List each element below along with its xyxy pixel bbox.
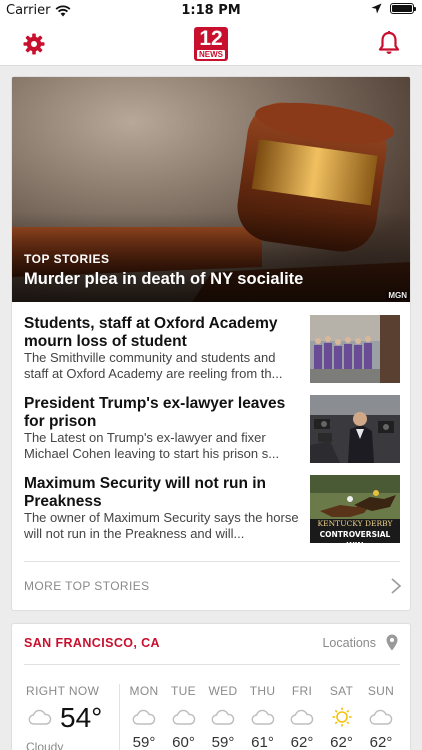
logo-word: NEWS xyxy=(197,50,225,59)
locations-link[interactable]: Locations xyxy=(322,636,376,650)
current-condition: Cloudy xyxy=(26,740,64,750)
cloud-icon xyxy=(361,706,401,728)
story-item[interactable]: President Trump's ex-lawyer leaves for p… xyxy=(12,395,410,467)
more-top-stories-row[interactable]: MORE TOP STORIES xyxy=(12,567,410,607)
cloud-icon xyxy=(124,706,164,728)
weather-card: SAN FRANCISCO, CA Locations RIGHT NOW 54… xyxy=(11,623,411,750)
cloud-icon xyxy=(282,706,322,728)
forecast-day: WED 59° xyxy=(203,684,243,750)
story-thumbnail[interactable] xyxy=(310,315,400,383)
cloud-icon xyxy=(164,706,204,728)
more-top-stories-label[interactable]: MORE TOP STORIES xyxy=(24,579,150,593)
status-bar: Carrier 1:18 PM xyxy=(0,0,422,22)
forecast-day-name: THU xyxy=(249,684,276,698)
nav-bar: 12 NEWS xyxy=(0,22,422,66)
hero-kicker: TOP STORIES xyxy=(24,252,110,266)
hero-title[interactable]: Murder plea in death of NY socialite xyxy=(24,270,303,289)
forecast-day-name: FRI xyxy=(291,684,313,698)
forecast-separator xyxy=(119,684,120,750)
cloud-icon xyxy=(28,709,52,725)
sun-icon xyxy=(322,706,362,728)
forecast-day-name: TUE xyxy=(171,684,196,698)
weather-location: SAN FRANCISCO, CA xyxy=(24,636,160,650)
forecast-day-name: SAT xyxy=(329,684,354,698)
story-summary: The Latest on Trump's ex-lawyer and fixe… xyxy=(24,430,280,461)
story-thumbnail[interactable] xyxy=(310,395,400,463)
forecast-day-temp: 61° xyxy=(251,734,274,750)
press-photo xyxy=(310,395,400,463)
settings-gear-icon[interactable] xyxy=(22,32,46,56)
forecast-day: FRI 62° xyxy=(282,684,322,750)
story-summary: The Smithville community and students an… xyxy=(24,350,283,381)
battery-icon xyxy=(390,3,416,14)
forecast-day-name: WED xyxy=(208,684,238,698)
forecast-day-temp: 60° xyxy=(172,734,195,750)
top-stories-card: TOP STORIES Murder plea in death of NY s… xyxy=(11,76,411,611)
forecast-day-temp: 59° xyxy=(211,734,235,750)
thumb-caption-bottom: CONTROVERSIAL WIN xyxy=(319,530,391,543)
story-thumbnail[interactable]: KENTUCKY DERBY CONTROVERSIAL WIN xyxy=(310,475,400,543)
chevron-right-icon[interactable] xyxy=(390,577,402,595)
station-logo: 12 NEWS xyxy=(194,27,228,61)
forecast-day: SUN 62° xyxy=(361,684,401,750)
forecast-day-name: SUN xyxy=(367,684,395,698)
location-arrow-icon xyxy=(371,3,382,14)
weather-divider xyxy=(24,664,400,665)
forecast-day-temp: 62° xyxy=(330,734,353,750)
right-now-label: RIGHT NOW xyxy=(26,684,100,698)
more-divider xyxy=(24,561,400,562)
location-pin-icon[interactable] xyxy=(386,634,398,651)
story-title[interactable]: Students, staff at Oxford Academy mourn … xyxy=(24,315,304,351)
status-right xyxy=(371,3,416,14)
cloud-icon xyxy=(243,706,283,728)
crowd-photo xyxy=(310,315,400,383)
forecast-day-temp: 62° xyxy=(369,734,393,750)
forecast-day: THU 61° xyxy=(243,684,283,750)
story-title[interactable]: President Trump's ex-lawyer leaves for p… xyxy=(24,395,304,431)
forecast-day-temp: 59° xyxy=(132,734,156,750)
story-summary: The owner of Maximum Security says the h… xyxy=(24,510,299,541)
hero-story[interactable]: TOP STORIES Murder plea in death of NY s… xyxy=(12,77,410,302)
current-temperature: 54° xyxy=(60,702,103,733)
forecast-day: SAT 62° xyxy=(322,684,362,750)
cloud-icon xyxy=(203,706,243,728)
notifications-bell-icon[interactable] xyxy=(376,30,402,56)
forecast-day: TUE 60° xyxy=(164,684,204,750)
forecast-day: MON 59° xyxy=(124,684,164,750)
story-item[interactable]: Students, staff at Oxford Academy mourn … xyxy=(12,315,410,387)
forecast-day-name: MON xyxy=(129,684,159,698)
forecast-day-temp: 62° xyxy=(290,734,314,750)
hero-photo-credit: MGN xyxy=(386,291,409,300)
story-title[interactable]: Maximum Security will not run in Preakne… xyxy=(24,475,304,511)
story-item[interactable]: Maximum Security will not run in Preakne… xyxy=(12,475,410,547)
thumb-caption-top: KENTUCKY DERBY xyxy=(317,519,393,528)
logo-number: 12 xyxy=(199,27,223,50)
status-time: 1:18 PM xyxy=(181,3,241,18)
